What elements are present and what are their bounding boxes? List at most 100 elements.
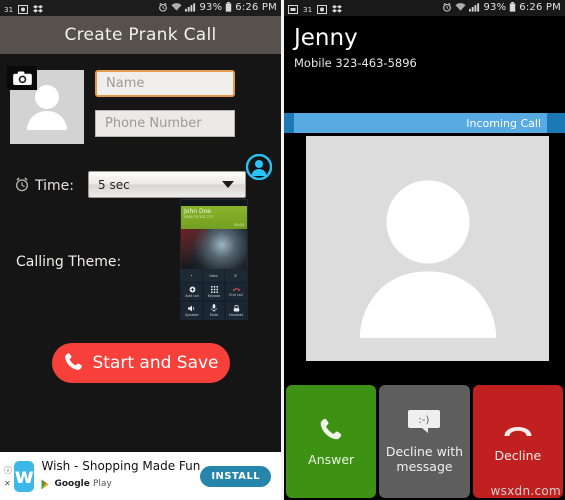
preview-caller-photo [181, 229, 247, 269]
preview-bar-phone-icon: ✆ [225, 269, 247, 282]
avatar-picker[interactable] [7, 66, 84, 144]
answer-label: Answer [308, 452, 355, 467]
ad-banner[interactable]: ⓘ ✕ w Wish - Shopping Made Fun Google Pl… [0, 452, 281, 500]
left-panel-create-prank-call: 31 93% 6:26 PM Create Prank Call Name Ph… [0, 0, 281, 500]
person-placeholder-icon [25, 82, 69, 134]
app-screenshot: 31 93% 6:26 PM Create Prank Call Name Ph… [0, 0, 565, 500]
info-icon[interactable]: ⓘ [4, 465, 12, 476]
google-play-icon [41, 475, 51, 494]
right-status-bar: 31 93% 6:26 PM [284, 0, 565, 16]
create-form-body: Name Phone Number Time: 5 sec Calling Th… [0, 54, 281, 500]
ad-store-row: Google Play [41, 475, 200, 494]
close-icon[interactable]: ✕ [4, 479, 12, 488]
caller-name: Jenny [294, 25, 358, 51]
battery-percent-label: 93% [199, 2, 223, 13]
svg-text:31: 31 [4, 5, 13, 14]
preview-control-label: Mute [209, 313, 219, 317]
battery-percent-label: 93% [483, 2, 507, 13]
calling-theme-preview[interactable]: John Doe 4386 78 502 275 00:03 • Hold ✆ … [180, 199, 248, 320]
status-bar-system-icons: 93% 6:26 PM [442, 1, 561, 15]
phone-icon [318, 416, 344, 446]
phone-number-input[interactable]: Phone Number [95, 110, 235, 137]
status-bar-notification-icons: 31 [288, 0, 342, 18]
watermark: wsxdn.com [490, 484, 561, 498]
decline-with-message-label: Decline with message [385, 444, 464, 474]
time-row: Time: [14, 176, 74, 196]
status-bar-system-icons: 93% 6:26 PM [158, 1, 277, 15]
dropbox-icon [332, 0, 342, 18]
svg-text::-): :-) [419, 415, 430, 426]
camera-icon[interactable] [7, 66, 37, 90]
wifi-icon [171, 2, 183, 15]
preview-action-bar: • Hold ✆ [181, 269, 247, 282]
preview-control-add-call: Add call [181, 282, 203, 301]
preview-call-timer: 00:03 [234, 223, 244, 227]
start-and-save-button[interactable]: Start and Save [52, 343, 230, 383]
incoming-call-bar-inner: Incoming Call [294, 113, 547, 133]
name-input[interactable]: Name [95, 70, 235, 97]
calendar-icon: 31 [4, 0, 13, 18]
preview-control-headset: Headset [225, 301, 247, 319]
wifi-icon [455, 2, 467, 15]
alarm-icon [442, 2, 452, 15]
phone-placeholder: Phone Number [105, 116, 202, 131]
time-selected-value: 5 sec [98, 177, 130, 192]
preview-control-keypad: Keypad [203, 282, 225, 301]
preview-control-label: Add call [185, 293, 199, 298]
contact-person-icon[interactable] [245, 153, 273, 181]
caller-photo [306, 136, 549, 361]
decline-label: Decline [494, 447, 542, 463]
preview-control-label: End call [229, 293, 243, 297]
status-bar-notification-icons: 31 [4, 0, 43, 18]
call-actions: Answer :-) Decline with message Decline [284, 382, 565, 500]
ad-store-name: Google Play [54, 479, 112, 489]
calling-theme-label: Calling Theme: [16, 254, 122, 270]
name-placeholder: Name [106, 76, 145, 91]
preview-caller-header: John Doe 4386 78 502 275 00:03 [181, 206, 247, 229]
clock-label: 6:26 PM [519, 2, 561, 13]
phone-icon [63, 351, 84, 376]
app-bar: Create Prank Call [0, 16, 281, 54]
signal-icon [185, 2, 196, 15]
dropbox-icon [33, 0, 43, 18]
preview-bar-left-icon: • [181, 269, 203, 282]
incoming-call-bar: Incoming Call [284, 113, 565, 133]
preview-control-end-call: End call [225, 282, 247, 301]
ad-app-logo: w [14, 460, 35, 492]
alarm-clock-icon [14, 176, 30, 196]
preview-caller-sub: 4386 78 502 275 [184, 215, 214, 219]
time-dropdown[interactable]: 5 sec [88, 171, 246, 198]
decline-phone-icon [503, 421, 533, 442]
photo-icon [317, 0, 327, 18]
avatar-thumbnail[interactable] [7, 66, 84, 144]
preview-controls-grid: Add call Keypad End call Speaker Mute He… [181, 282, 247, 319]
battery-icon [509, 1, 516, 15]
decline-button[interactable]: Decline [472, 385, 563, 498]
clock-label: 6:26 PM [235, 2, 277, 13]
right-panel-incoming-call: 31 93% 6:26 PM Jenny Mobile 323-463-5896… [284, 0, 565, 500]
signal-icon [469, 2, 480, 15]
preview-control-label: Headset [228, 312, 244, 317]
caller-number: Mobile 323-463-5896 [294, 56, 417, 70]
preview-caller-name: John Doe [184, 208, 211, 215]
message-icon: :-) [408, 409, 441, 438]
ad-text-block: Wish - Shopping Made Fun Google Play [41, 459, 200, 494]
decline-with-message-button[interactable]: :-) Decline with message [379, 385, 470, 498]
answer-button[interactable]: Answer [286, 385, 377, 498]
photo-icon [18, 0, 28, 18]
preview-bar-hold: Hold [203, 269, 225, 282]
preview-control-mute: Mute [203, 301, 225, 319]
alarm-icon [158, 2, 168, 15]
battery-icon [225, 1, 232, 15]
ad-install-button[interactable]: INSTALL [200, 465, 271, 487]
ad-title: Wish - Shopping Made Fun [41, 458, 201, 473]
preview-control-label: Keypad [207, 293, 221, 298]
preview-control-speaker: Speaker [181, 301, 203, 319]
ad-marks: ⓘ ✕ [4, 465, 12, 488]
person-placeholder-icon [353, 173, 503, 342]
sd-card-icon [288, 0, 298, 18]
incoming-call-label: Incoming Call [466, 116, 541, 130]
time-label: Time: [35, 178, 74, 194]
svg-text:31: 31 [303, 5, 312, 14]
page-title: Create Prank Call [64, 25, 217, 45]
